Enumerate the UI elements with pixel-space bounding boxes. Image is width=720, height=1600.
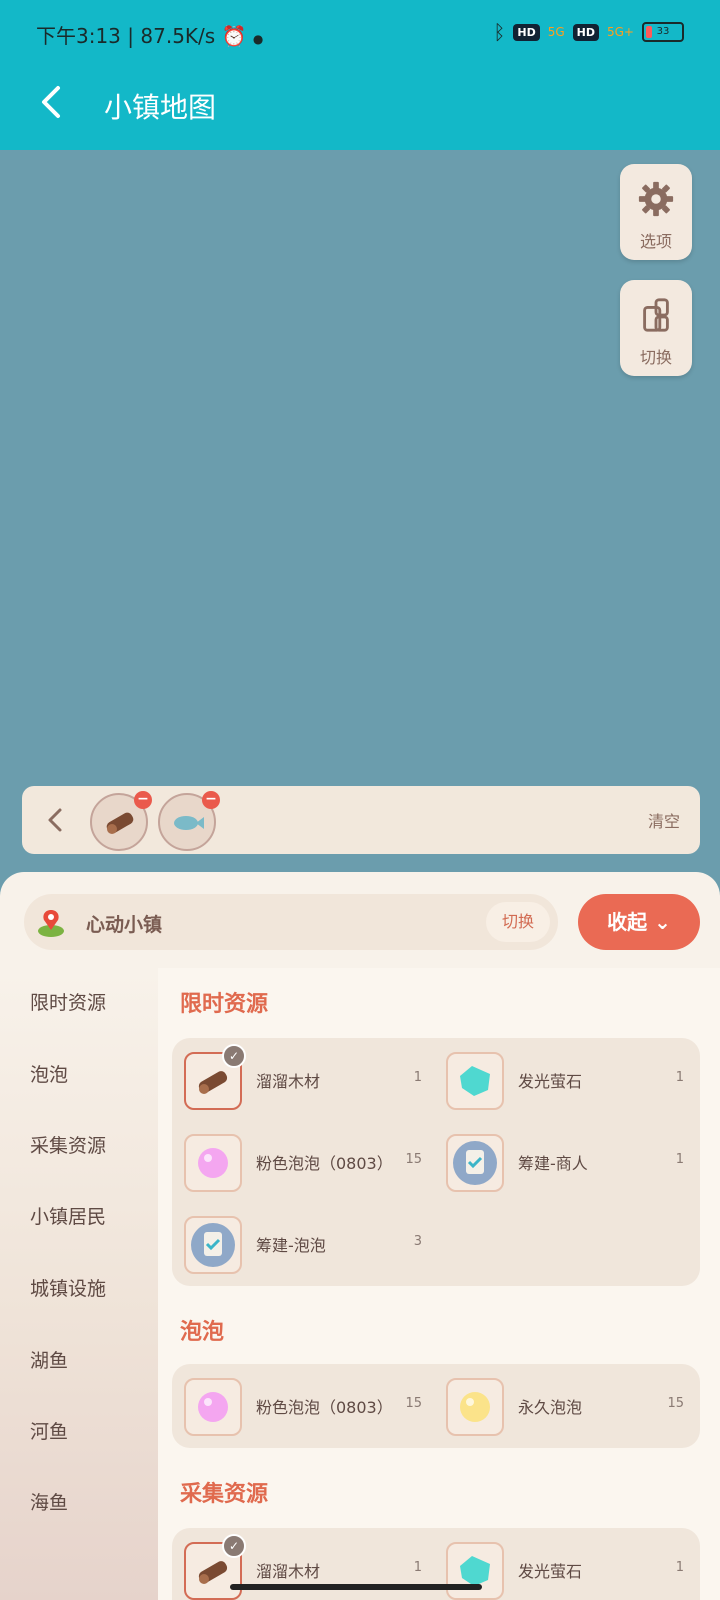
- clock: 下午3:13: [36, 24, 121, 48]
- sidebar-item-sea-fish[interactable]: 海鱼: [30, 1488, 68, 1515]
- resource-item[interactable]: 粉色泡泡（0803） 15: [184, 1378, 438, 1436]
- chevron-down-icon: ⌄: [654, 910, 671, 934]
- sidebar-item-facilities[interactable]: 城镇设施: [30, 1274, 106, 1301]
- section-title-limited: 限时资源: [180, 992, 269, 1017]
- hd-badge-1: HD: [513, 23, 540, 41]
- bluetooth-icon: ᛒ: [493, 20, 506, 44]
- gem-icon: [446, 1542, 504, 1600]
- resource-item[interactable]: 发光萤石 1: [446, 1052, 700, 1110]
- resource-item[interactable]: 粉色泡泡（0803） 15: [184, 1134, 438, 1192]
- sidebar-item-limited[interactable]: 限时资源: [30, 988, 106, 1015]
- pink-bubble-icon: [184, 1134, 242, 1192]
- section-card-limited: ✓ 溜溜木材 1 发光萤石 1 粉色泡泡（0803） 15 筹建-商人 1 筹建…: [172, 1038, 700, 1286]
- town-name: 心动小镇: [86, 914, 163, 936]
- home-indicator[interactable]: [230, 1584, 482, 1590]
- yellow-bubble-icon: [446, 1378, 504, 1436]
- signal-5g-plus: 5G+: [607, 25, 634, 39]
- selected-chip-fish[interactable]: −: [158, 791, 220, 851]
- resource-item[interactable]: 筹建-泡泡 3: [184, 1216, 438, 1274]
- resource-list: 限时资源 ✓ 溜溜木材 1 发光萤石 1 粉色泡泡（0803） 15 筹建-商人…: [158, 968, 720, 1600]
- section-title-bubbles: 泡泡: [180, 1320, 225, 1345]
- status-left: 下午3:13 | 87.5K/s ⏰ ●: [36, 24, 264, 48]
- status-right: ᛒ HD 5G HD 5G+ 33: [493, 20, 684, 44]
- back-arrow-icon[interactable]: [32, 82, 72, 122]
- collapse-button[interactable]: 收起 ⌄: [578, 894, 700, 950]
- section-title-gathering: 采集资源: [180, 1482, 269, 1507]
- clipboard-icon: [184, 1216, 242, 1274]
- category-sidebar: 限时资源 泡泡 采集资源 小镇居民 城镇设施 湖鱼 河鱼 海鱼: [0, 968, 158, 1600]
- section-card-bubbles: 粉色泡泡（0803） 15 永久泡泡 15: [172, 1364, 700, 1448]
- sidebar-item-gathering[interactable]: 采集资源: [30, 1131, 106, 1158]
- sidebar-item-river-fish[interactable]: 河鱼: [30, 1417, 68, 1444]
- chevron-left-icon[interactable]: [42, 804, 70, 836]
- remove-icon[interactable]: −: [134, 791, 152, 809]
- switch-view-button[interactable]: 切换: [620, 280, 692, 376]
- town-switch-button[interactable]: 切换: [486, 902, 550, 942]
- collapse-label: 收起: [607, 910, 648, 934]
- sidebar-item-lake-fish[interactable]: 湖鱼: [30, 1346, 68, 1373]
- map-pin-icon: [38, 910, 64, 937]
- signal-5g: 5G: [547, 25, 565, 39]
- resource-item[interactable]: 永久泡泡 15: [446, 1378, 700, 1436]
- resource-item[interactable]: ✓ 溜溜木材 1: [184, 1044, 438, 1110]
- page-title: 小镇地图: [104, 91, 217, 124]
- clipboard-icon: [446, 1134, 504, 1192]
- alarm-icon: ⏰: [221, 24, 247, 48]
- app-bar: 小镇地图: [0, 64, 720, 150]
- notification-dot-icon: ●: [252, 32, 264, 46]
- check-icon: ✓: [222, 1044, 246, 1068]
- resource-item[interactable]: 筹建-商人 1: [446, 1134, 700, 1192]
- selected-filters-bar: − − 清空: [22, 786, 700, 854]
- remove-icon[interactable]: −: [202, 791, 220, 809]
- gear-icon: [638, 181, 674, 217]
- bottom-sheet: 心动小镇 切换 收起 ⌄ 限时资源 泡泡 采集资源 小镇居民 城镇设施 湖鱼 河…: [0, 872, 720, 1600]
- network-speed: 87.5K/s: [140, 24, 216, 48]
- pink-bubble-icon: [184, 1378, 242, 1436]
- status-bar: 下午3:13 | 87.5K/s ⏰ ● ᛒ HD 5G HD 5G+ 33: [0, 0, 720, 64]
- gem-icon: [446, 1052, 504, 1110]
- map-canvas[interactable]: 选项 切换: [0, 150, 720, 870]
- hd-badge-2: HD: [572, 23, 599, 41]
- resource-item[interactable]: ✓ 溜溜木材 1: [184, 1534, 438, 1600]
- battery-icon: 33: [642, 22, 684, 42]
- sidebar-item-residents[interactable]: 小镇居民: [30, 1202, 106, 1229]
- battery-level: 33: [656, 26, 670, 37]
- switch-view-label: 切换: [639, 348, 672, 367]
- town-selector: 心动小镇 切换: [24, 894, 558, 950]
- clear-button[interactable]: 清空: [648, 808, 680, 832]
- sidebar-item-bubbles[interactable]: 泡泡: [30, 1060, 68, 1087]
- resource-item[interactable]: 发光萤石 1: [446, 1542, 700, 1600]
- options-label: 选项: [639, 232, 672, 251]
- phone-rotate-icon: [643, 298, 669, 332]
- check-icon: ✓: [222, 1534, 246, 1558]
- selected-chip-wood[interactable]: −: [90, 791, 152, 851]
- options-button[interactable]: 选项: [620, 164, 692, 260]
